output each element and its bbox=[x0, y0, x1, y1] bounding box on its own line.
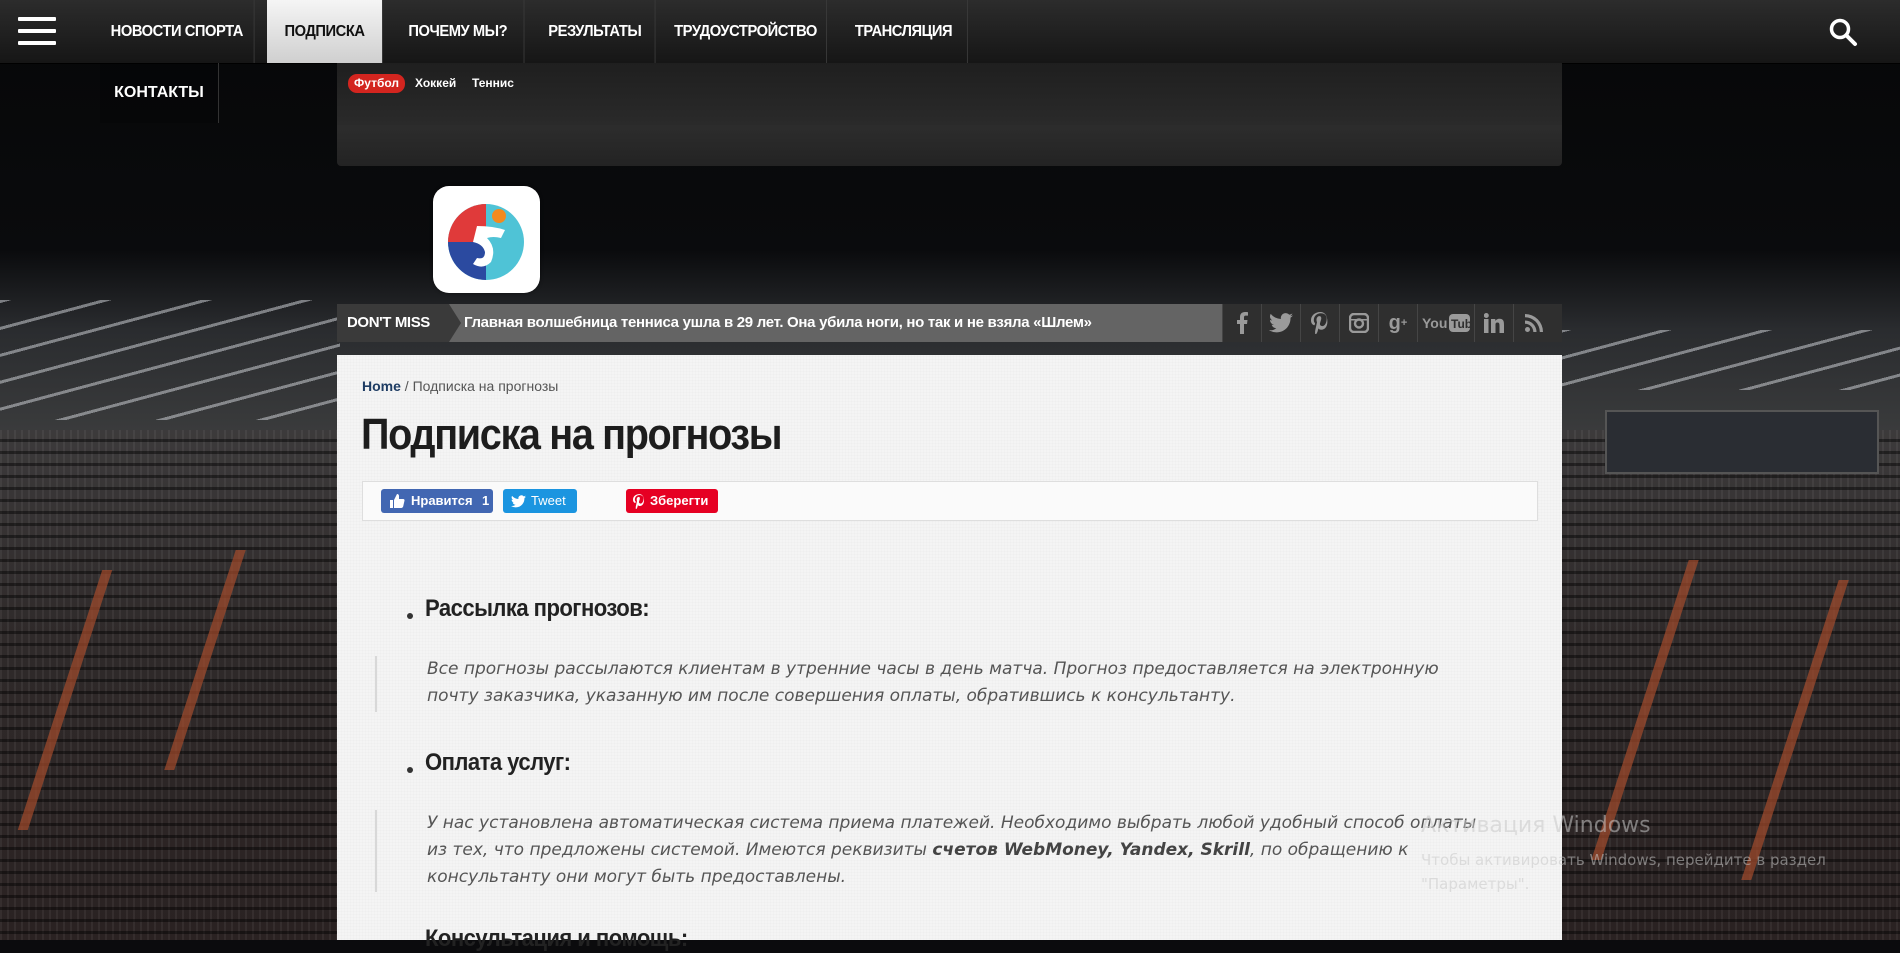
facebook-icon[interactable] bbox=[1222, 304, 1261, 342]
tweet-button[interactable]: Tweet bbox=[503, 489, 577, 513]
stadium-roof-left bbox=[0, 300, 340, 420]
twitter-icon[interactable] bbox=[1261, 304, 1300, 342]
tab-tennis[interactable]: Теннис bbox=[466, 74, 520, 93]
nav-item-why-us[interactable]: ПОЧЕМУ МЫ? bbox=[392, 0, 525, 63]
tab-hockey[interactable]: Хоккей bbox=[409, 74, 462, 93]
tweet-label: Tweet bbox=[531, 493, 566, 508]
list-bullet bbox=[407, 613, 413, 619]
payment-accounts-bold: счетов WebMoney, Yandex, Skrill bbox=[932, 840, 1250, 860]
section-heading-newsletter: Рассылка прогнозов: bbox=[425, 595, 650, 622]
section-text-payment: У нас установлена автоматическая система… bbox=[375, 810, 1495, 892]
section-heading-consultation: Консультация и помощь: bbox=[425, 925, 688, 952]
top-navigation: НОВОСТИ СПОРТА ПОДПИСКА ПОЧЕМУ МЫ? РЕЗУЛ… bbox=[0, 0, 1900, 64]
breadcrumb-current: Подписка на прогнозы bbox=[412, 378, 559, 394]
site-logo[interactable] bbox=[433, 186, 540, 293]
hamburger-menu-icon[interactable] bbox=[18, 17, 56, 45]
article-content: Home / Подписка на прогнозы Подписка на … bbox=[337, 355, 1562, 952]
breadcrumb-separator: / bbox=[400, 378, 413, 394]
dont-miss-label: DON'T MISS bbox=[337, 304, 461, 342]
svg-text:You: You bbox=[1422, 315, 1447, 331]
windows-activation-text: Чтобы активировать Windows, перейдите в … bbox=[1421, 851, 1826, 893]
twitter-bird-icon bbox=[511, 495, 526, 508]
section-heading-payment: Оплата услуг: bbox=[425, 749, 571, 776]
pinterest-p-icon bbox=[633, 494, 644, 509]
linkedin-icon[interactable] bbox=[1474, 304, 1513, 342]
share-bar: Нравится 1 Tweet Зберегти bbox=[362, 481, 1538, 521]
social-links: g+ You Tube bbox=[1222, 304, 1562, 342]
facebook-like-button[interactable]: Нравится 1 bbox=[381, 489, 493, 513]
search-icon[interactable] bbox=[1828, 17, 1858, 47]
stadium-roof-right bbox=[1560, 330, 1900, 390]
nav-item-employment[interactable]: ТРУДОУСТРОЙСТВО bbox=[665, 0, 827, 63]
nav-item-broadcast[interactable]: ТРАНСЛЯЦИЯ bbox=[840, 0, 968, 63]
pin-label: Зберегти bbox=[650, 493, 709, 508]
nav-item-subscription[interactable]: ПОДПИСКА bbox=[267, 0, 383, 63]
like-count: 1 bbox=[482, 493, 490, 508]
stadium-banner bbox=[1605, 410, 1879, 474]
pinterest-icon[interactable] bbox=[1300, 304, 1339, 342]
google-plus-icon[interactable]: g + bbox=[1378, 304, 1417, 342]
section-text-newsletter: Все прогнозы рассылаются клиентам в утре… bbox=[375, 656, 1495, 712]
svg-text:Tube: Tube bbox=[1451, 317, 1470, 331]
nav-item-sport-news[interactable]: НОВОСТИ СПОРТА bbox=[100, 0, 255, 63]
rss-icon[interactable] bbox=[1513, 304, 1553, 342]
windows-activation-title: Активация Windows bbox=[1421, 813, 1651, 838]
list-bullet bbox=[407, 767, 413, 773]
news-ticker: DON'T MISS Главная волшебница тенниса уш… bbox=[337, 304, 1562, 342]
sports-tabs-bar: Футбол Хоккей Теннис bbox=[337, 63, 1562, 125]
breadcrumb: Home / Подписка на прогнозы bbox=[362, 378, 558, 394]
like-label: Нравится bbox=[411, 493, 473, 508]
youtube-icon[interactable]: You Tube bbox=[1417, 304, 1474, 342]
instagram-icon[interactable] bbox=[1339, 304, 1378, 342]
athlete-logo-icon bbox=[448, 204, 524, 280]
thumbs-up-icon bbox=[390, 494, 405, 508]
breadcrumb-home-link[interactable]: Home bbox=[362, 378, 401, 394]
page-title: Подписка на прогнозы bbox=[361, 410, 783, 459]
stand-left bbox=[0, 430, 340, 940]
nav-item-results[interactable]: РЕЗУЛЬТАТЫ bbox=[535, 0, 656, 63]
pinterest-save-button[interactable]: Зберегти bbox=[626, 489, 718, 513]
ticker-headline-link[interactable]: Главная волшебница тенниса ушла в 29 лет… bbox=[464, 304, 1092, 342]
tab-football[interactable]: Футбол bbox=[348, 74, 406, 93]
nav-item-contacts[interactable]: КОНТАКТЫ bbox=[100, 63, 219, 123]
